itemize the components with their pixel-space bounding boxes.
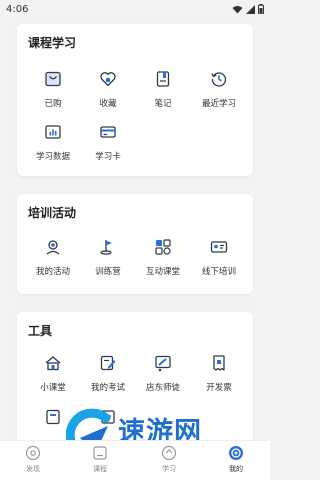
invoice-icon: [208, 352, 230, 374]
tab-discover[interactable]: 发现: [13, 445, 53, 479]
course-icon: [93, 446, 107, 460]
tab-label: 学习: [162, 465, 176, 473]
grid-item-label: 开发票: [206, 383, 232, 393]
heart-icon: [97, 68, 119, 90]
clipboard-icon: [97, 406, 119, 428]
grid-item-label: 学习数据: [35, 152, 70, 162]
person-activity-icon: [42, 236, 64, 258]
section-title-course: 课程学习: [28, 36, 77, 50]
bar-chart-icon: [42, 121, 64, 143]
bottom-tab-bar: 发现 课程 学习 我的: [0, 440, 270, 480]
grid-item-training-camp[interactable]: 训练营: [80, 236, 136, 284]
grid-item-label: 我的考试: [90, 383, 125, 393]
profile-icon: [229, 446, 243, 460]
grid-item-label: 小课堂: [40, 383, 66, 393]
document-icon: [42, 406, 64, 428]
purchased-bag-icon: [42, 68, 64, 90]
grid-item-label: 线下培训: [201, 267, 236, 277]
grid-item-recent[interactable]: 最近学习: [191, 68, 247, 116]
grid-item-label: 店东师徒: [145, 383, 180, 393]
id-card-icon: [208, 236, 230, 258]
status-bar: 4:06: [0, 0, 270, 18]
grid-item-mentor[interactable]: 店东师徒: [135, 352, 191, 400]
status-icons: [232, 4, 264, 14]
interactive-class-icon: [152, 236, 174, 258]
tab-label: 发现: [26, 465, 40, 473]
tab-profile[interactable]: 我的: [216, 445, 256, 479]
grid-item-label: 收藏: [99, 99, 117, 109]
grid-item-notes[interactable]: 笔记: [135, 68, 191, 116]
grid-item-purchased[interactable]: 已购: [25, 68, 81, 116]
exam-edit-icon: [97, 352, 119, 374]
training-activity-card: 培训活动 我的活动 训练营 互动课堂 线下培训: [17, 194, 253, 294]
flag-icon: [97, 236, 119, 258]
grid-item-label: 我的活动: [35, 267, 70, 277]
history-clock-icon: [208, 68, 230, 90]
wifi-icon: [232, 5, 243, 13]
study-icon: [161, 445, 177, 461]
grid-item-label: 已购: [44, 99, 62, 109]
grid-item-my-activities[interactable]: 我的活动: [25, 236, 81, 284]
tab-study[interactable]: 学习: [149, 445, 189, 479]
discover-icon: [25, 445, 41, 461]
small-classroom-icon: [42, 352, 64, 374]
section-title-tools: 工具: [28, 324, 53, 338]
tab-label: 课程: [93, 465, 107, 473]
grid-item-label: 学习卡: [95, 152, 121, 162]
grid-item-label: 最近学习: [201, 99, 236, 109]
grid-item-my-exams[interactable]: 我的考试: [80, 352, 136, 400]
grid-item-interactive-class[interactable]: 互动课堂: [135, 236, 191, 284]
grid-item-study-data[interactable]: 学习数据: [25, 121, 81, 169]
card-icon: [97, 121, 119, 143]
grid-item-invoice[interactable]: 开发票: [191, 352, 247, 400]
battery-icon: [258, 4, 264, 14]
grid-item-favorites[interactable]: 收藏: [80, 68, 136, 116]
tab-course[interactable]: 课程: [80, 445, 120, 479]
grid-item-label: 互动课堂: [145, 267, 180, 277]
signal-icon: [246, 4, 255, 14]
notebook-icon: [152, 68, 174, 90]
course-learning-card: 课程学习 已购 收藏 笔记 最近学习 学习数据 学习卡: [17, 24, 253, 176]
section-title-training: 培训活动: [28, 206, 77, 220]
tab-label: 我的: [229, 465, 243, 473]
grid-item-offline-training[interactable]: 线下培训: [191, 236, 247, 284]
mentor-icon: [152, 352, 174, 374]
grid-item-label: 训练营: [95, 267, 121, 277]
tools-card: 工具 小课堂 我的考试 店东师徒 开发票: [17, 312, 253, 452]
status-time: 4:06: [6, 3, 29, 15]
grid-item-small-classroom[interactable]: 小课堂: [25, 352, 81, 400]
grid-item-study-card[interactable]: 学习卡: [80, 121, 136, 169]
grid-item-label: 笔记: [154, 99, 172, 109]
